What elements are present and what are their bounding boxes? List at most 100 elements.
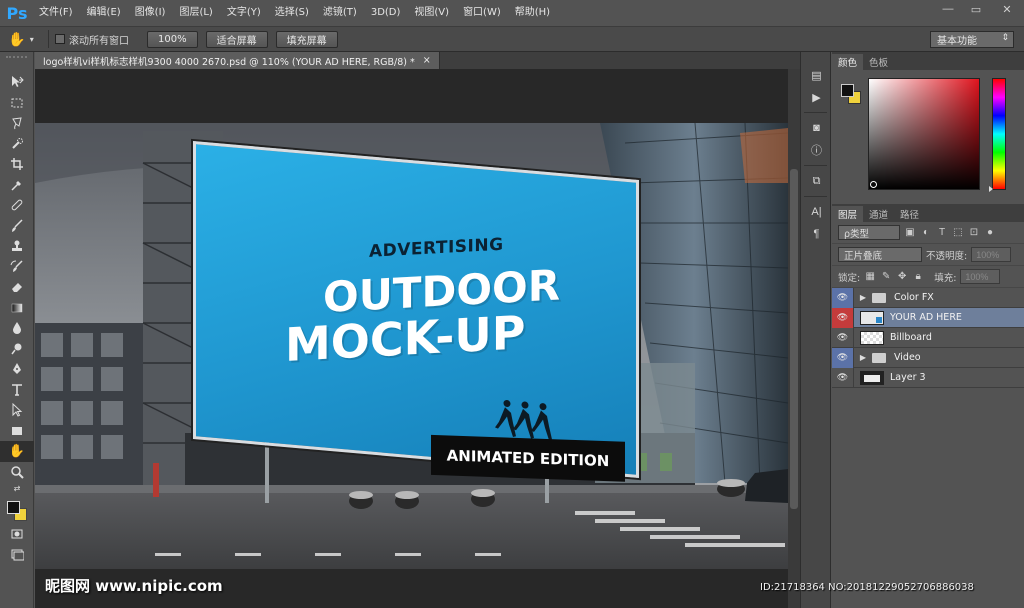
close-tab-icon[interactable]: × bbox=[423, 55, 431, 66]
visibility-eye-icon[interactable]: 👁︎ bbox=[832, 287, 854, 308]
menu-view[interactable]: 视图(V) bbox=[407, 0, 456, 26]
dodge-tool[interactable] bbox=[0, 339, 34, 360]
brush-tool[interactable] bbox=[0, 216, 34, 237]
quick-selection-tool[interactable] bbox=[0, 134, 34, 155]
document-canvas-area[interactable]: ADVERTISING OUTDOOR MOCK-UP ANIMATED EDI… bbox=[35, 69, 788, 608]
clone-source-icon[interactable]: ⧉ bbox=[801, 170, 832, 192]
filter-toggle-icon[interactable]: ● bbox=[984, 227, 996, 238]
quick-mask-button[interactable] bbox=[0, 524, 34, 545]
type-tool[interactable] bbox=[0, 380, 34, 401]
lock-all-icon[interactable]: 🔒︎ bbox=[912, 271, 924, 282]
menu-type[interactable]: 文字(Y) bbox=[220, 0, 268, 26]
crop-tool[interactable] bbox=[0, 154, 34, 175]
eraser-tool[interactable] bbox=[0, 277, 34, 298]
lock-transparent-icon[interactable]: ▦ bbox=[864, 271, 876, 282]
scrollbar-thumb[interactable] bbox=[790, 169, 798, 509]
color-panel-foreground[interactable] bbox=[841, 84, 854, 97]
layer-filter-select[interactable]: ρ类型 bbox=[838, 225, 900, 240]
swap-icon: ⇄ bbox=[13, 483, 21, 493]
expand-arrow-icon[interactable]: ▶ bbox=[858, 293, 868, 302]
menu-help[interactable]: 帮助(H) bbox=[508, 0, 557, 26]
zoom-100-button[interactable]: 100% bbox=[147, 30, 198, 48]
close-button[interactable]: ✕ bbox=[990, 0, 1024, 18]
swap-colors[interactable]: ⇄ bbox=[0, 482, 34, 494]
scroll-all-checkbox[interactable] bbox=[55, 34, 65, 44]
folder-icon bbox=[872, 352, 886, 363]
tab-swatches[interactable]: 色板 bbox=[863, 54, 894, 70]
tab-color[interactable]: 颜色 bbox=[832, 54, 864, 70]
lock-position-icon[interactable]: ✥ bbox=[896, 271, 908, 282]
hue-slider-handle[interactable] bbox=[989, 186, 993, 192]
character-panel-icon[interactable]: A| bbox=[801, 201, 832, 223]
fill-screen-button[interactable]: 填充屏幕 bbox=[275, 30, 338, 48]
hand-tool[interactable]: ✋ bbox=[0, 441, 34, 462]
layer-row[interactable]: 👁︎ ▶ Video bbox=[832, 347, 1024, 368]
filter-type-icon[interactable]: T bbox=[936, 227, 948, 238]
opacity-input[interactable]: 100% bbox=[971, 247, 1012, 262]
info-panel-icon[interactable]: ⓘ bbox=[801, 139, 832, 161]
foreground-color[interactable] bbox=[7, 501, 20, 514]
blend-mode-select[interactable]: 正片叠底 bbox=[838, 247, 922, 262]
tab-paths[interactable]: 路径 bbox=[894, 206, 925, 222]
tool-preset-picker[interactable]: ✋ ▾ bbox=[0, 31, 42, 48]
visibility-eye-icon[interactable]: 👁︎ bbox=[832, 367, 854, 388]
expand-arrow-icon[interactable]: ▶ bbox=[858, 353, 868, 362]
layer-row[interactable]: 👁︎ YOUR AD HERE bbox=[832, 307, 1024, 328]
panel-grip[interactable] bbox=[6, 56, 27, 70]
menu-layer[interactable]: 图层(L) bbox=[172, 0, 219, 26]
filter-pixel-icon[interactable]: ▣ bbox=[904, 227, 916, 238]
history-panel-icon[interactable]: ▤ bbox=[801, 64, 832, 86]
gradient-tool[interactable] bbox=[0, 298, 34, 319]
minimize-button[interactable]: — bbox=[934, 0, 962, 18]
lasso-tool[interactable] bbox=[0, 113, 34, 134]
move-tool[interactable] bbox=[0, 72, 34, 93]
type-icon bbox=[12, 383, 22, 396]
layer-row[interactable]: 👁︎ ▶ Color FX bbox=[832, 287, 1024, 308]
filter-adjustment-icon[interactable]: ◐ bbox=[920, 227, 932, 238]
marquee-tool[interactable] bbox=[0, 93, 34, 114]
workspace-select[interactable]: 基本功能 ⇕ bbox=[930, 31, 1014, 48]
color-picker-field[interactable] bbox=[868, 78, 980, 190]
eyedropper-tool[interactable] bbox=[0, 175, 34, 196]
visibility-eye-icon[interactable]: 👁︎ bbox=[832, 327, 854, 348]
scroll-all-windows-option[interactable]: 滚动所有窗口 bbox=[55, 32, 129, 47]
fit-screen-button[interactable]: 适合屏幕 bbox=[205, 30, 268, 48]
document-tab[interactable]: logo样机vi样机标志样机9300 4000 2670.psd @ 110% … bbox=[35, 52, 440, 69]
menu-filter[interactable]: 滤镜(T) bbox=[316, 0, 364, 26]
vertical-scrollbar[interactable] bbox=[788, 69, 800, 608]
zoom-tool[interactable] bbox=[0, 462, 34, 483]
layers-panel: ρ类型 ▣ ◐ T ⬚ ⊡ ● 正片叠底 不透明度: 100% 锁定: ▦ ✎ … bbox=[832, 222, 1024, 388]
divider bbox=[48, 30, 49, 48]
actions-panel-icon[interactable]: ▶ bbox=[801, 86, 832, 108]
clone-stamp-tool[interactable] bbox=[0, 236, 34, 257]
menu-window[interactable]: 窗口(W) bbox=[456, 0, 508, 26]
tab-layers[interactable]: 图层 bbox=[832, 206, 864, 222]
menu-edit[interactable]: 编辑(E) bbox=[80, 0, 128, 26]
layer-comps-icon[interactable]: ◙ bbox=[801, 117, 832, 139]
layer-row[interactable]: 👁︎ Billboard bbox=[832, 327, 1024, 348]
tab-channels[interactable]: 通道 bbox=[863, 206, 894, 222]
rectangle-tool[interactable] bbox=[0, 421, 34, 442]
hue-slider[interactable] bbox=[989, 78, 1006, 192]
blur-tool[interactable] bbox=[0, 318, 34, 339]
path-selection-tool[interactable] bbox=[0, 400, 34, 421]
paragraph-panel-icon[interactable]: ¶ bbox=[801, 223, 832, 245]
menu-select[interactable]: 选择(S) bbox=[268, 0, 316, 26]
filter-shape-icon[interactable]: ⬚ bbox=[952, 227, 964, 238]
smart-object-badge-icon bbox=[876, 316, 882, 323]
healing-brush-tool[interactable] bbox=[0, 195, 34, 216]
lock-image-icon[interactable]: ✎ bbox=[880, 271, 892, 282]
visibility-eye-icon[interactable]: 👁︎ bbox=[832, 347, 854, 368]
screen-mode-button[interactable] bbox=[0, 545, 34, 566]
image-canvas[interactable]: ADVERTISING OUTDOOR MOCK-UP ANIMATED EDI… bbox=[35, 123, 788, 569]
maximize-button[interactable]: ▭ bbox=[962, 0, 990, 18]
menu-3d[interactable]: 3D(D) bbox=[364, 0, 408, 26]
fill-input[interactable]: 100% bbox=[960, 269, 1001, 284]
history-brush-tool[interactable] bbox=[0, 257, 34, 278]
pen-tool[interactable] bbox=[0, 359, 34, 380]
menu-file[interactable]: 文件(F) bbox=[32, 0, 80, 26]
layer-row[interactable]: 👁︎ Layer 3 bbox=[832, 367, 1024, 388]
visibility-eye-icon[interactable]: 👁︎ bbox=[832, 307, 854, 328]
menu-image[interactable]: 图像(I) bbox=[128, 0, 173, 26]
filter-smart-object-icon[interactable]: ⊡ bbox=[968, 227, 980, 238]
